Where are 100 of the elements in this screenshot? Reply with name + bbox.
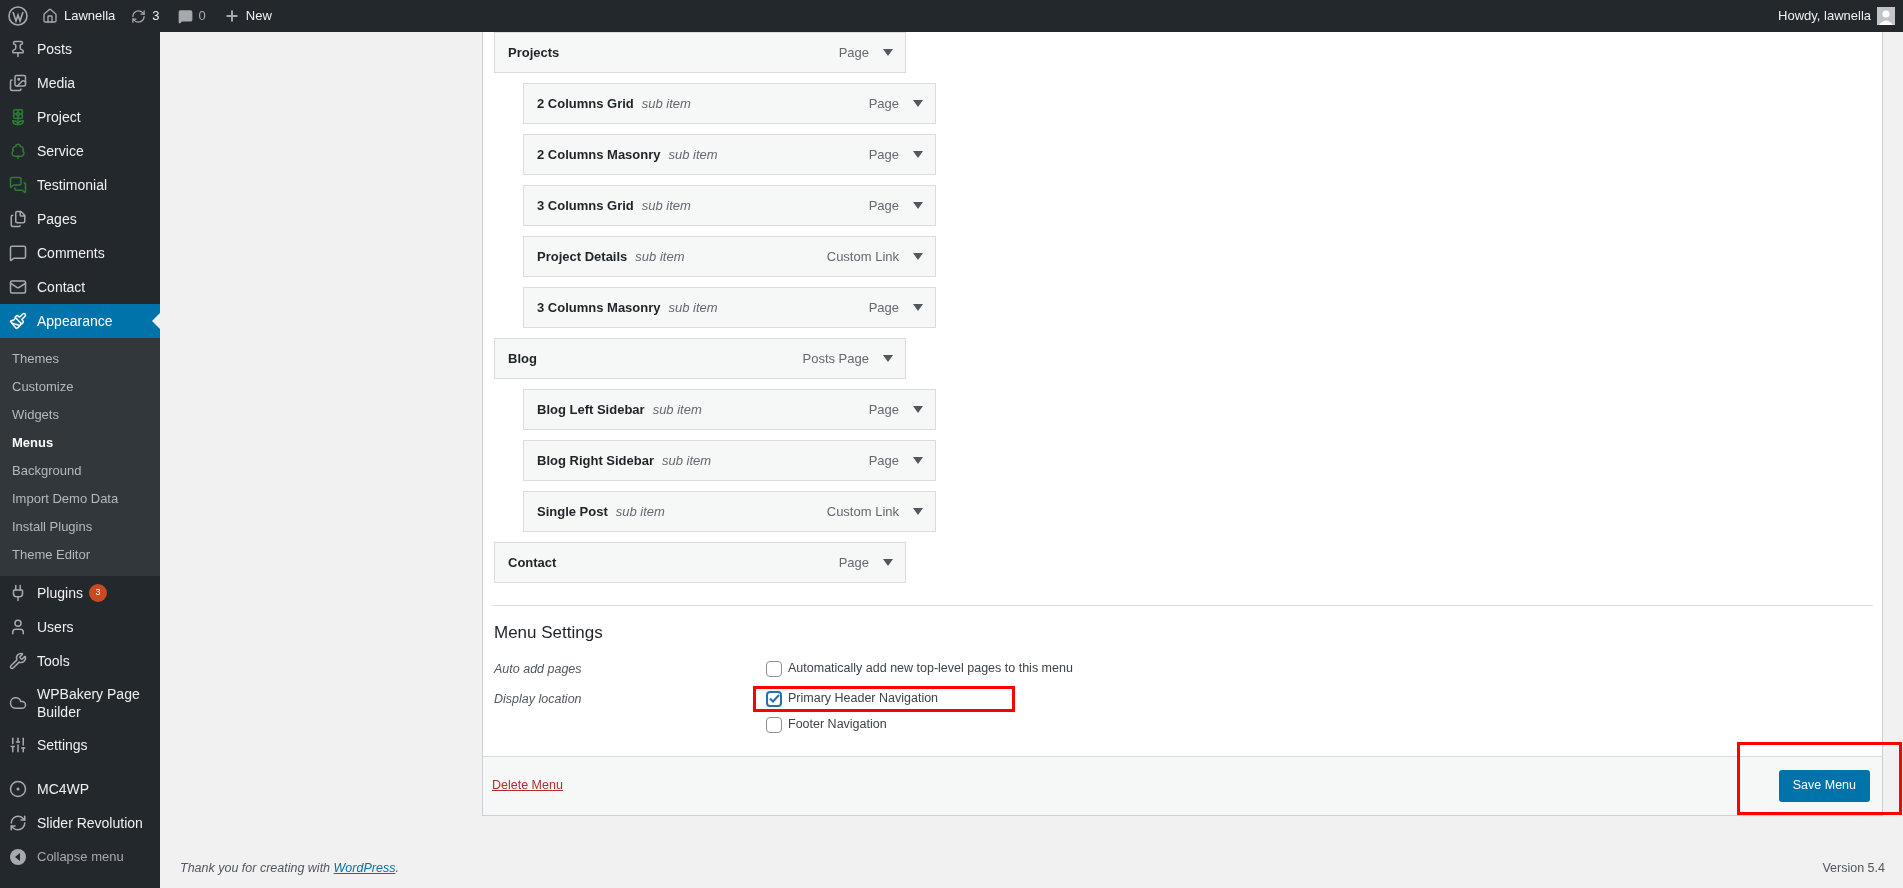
submenu-item[interactable]: Customize [0,373,160,401]
item-type-label: Page [868,145,899,164]
sub-item-note: sub item [641,196,691,215]
sidebar-menu-item[interactable]: Plugins 3 [0,576,160,610]
checkbox-label[interactable]: Primary Header Navigation [788,689,939,708]
setting-label: Auto add pages [494,660,583,678]
submenu-item[interactable]: Import Demo Data [0,485,160,513]
menu-item-title: 2 Columns Masonry [537,145,661,164]
menu-item-bar[interactable]: Project Details sub item Custom Link [523,236,936,277]
menu-item-bar[interactable]: Blog Left Sidebar sub item Page [523,389,936,430]
wrench-icon [9,652,27,670]
item-type-label: Page [868,196,899,215]
menu-item-title: Project Details [537,247,628,266]
item-type-label: Page [838,43,869,62]
site-name-link[interactable]: Lawnella [64,6,116,26]
paintbrush-icon [9,312,27,330]
menu-item-bar[interactable]: 3 Columns Grid sub item Page [523,185,936,226]
item-type-label: Page [868,400,899,419]
updates-icon[interactable] [131,8,147,24]
submenu-item[interactable]: Background [0,457,160,485]
save-menu-button[interactable]: Save Menu [1778,769,1870,802]
settings-heading: Menu Settings [494,622,604,644]
menu-item-title: Single Post [537,502,608,521]
sidebar-menu-item[interactable]: Contact [0,270,160,304]
checkbox[interactable] [766,660,782,677]
menu-item-title: 2 Columns Grid [537,94,634,113]
user-icon [9,618,27,636]
sidebar-item-label: Tools [37,652,70,670]
checkbox[interactable] [766,716,782,733]
greeting-link[interactable]: Howdy, lawnella [1778,6,1871,26]
sidebar-menu-item[interactable]: Media [0,66,160,100]
setting-label: Display location [494,690,583,708]
caret-icon[interactable] [883,559,893,566]
home-icon[interactable] [42,8,58,24]
sidebar-item-label: Project [37,108,81,126]
submenu-item[interactable]: Theme Editor [0,541,160,569]
item-type-label: Page [868,298,899,317]
sidebar-item-label: Appearance [37,312,113,330]
sidebar-menu-item[interactable]: Slider Revolution [0,806,160,840]
sidebar-menu-item[interactable]: Service [0,134,160,168]
sidebar-menu-item[interactable]: Settings [0,728,160,762]
sidebar-item-label: Pages [37,210,77,228]
submenu-item[interactable]: Install Plugins [0,513,160,541]
menu-item-bar[interactable]: 2 Columns Grid sub item Page [523,83,936,124]
caret-icon[interactable] [913,457,923,464]
circle-logo-icon [9,780,27,798]
menu-item-bar[interactable]: Single Post sub item Custom Link [523,491,936,532]
sidebar-item-label: Plugins [37,584,83,602]
sidebar-menu-item[interactable]: Project [0,100,160,134]
item-type-label: Custom Link [826,502,899,521]
plus-icon[interactable] [223,8,240,24]
menu-item-bar[interactable]: Blog Right Sidebar sub item Page [523,440,936,481]
sidebar-menu-item[interactable]: Testimonial [0,168,160,202]
caret-icon[interactable] [913,304,923,311]
menu-item-bar[interactable]: Projects Page [494,32,906,73]
comment-icon[interactable] [177,8,193,24]
sub-item-note: sub item [668,145,718,164]
sidebar-menu-item[interactable]: Tools [0,644,160,678]
submenu-item[interactable]: Widgets [0,401,160,429]
sidebar-item-label: Posts [37,40,72,58]
sidebar-menu-item[interactable]: Appearance [0,304,160,338]
comments-count[interactable]: 0 [198,6,206,26]
checkbox-label[interactable]: Footer Navigation [788,715,887,734]
checkbox-label[interactable]: Automatically add new top-level pages to this menu [788,659,1073,678]
caret-icon[interactable] [883,49,893,56]
pages-icon [9,210,27,228]
caret-icon[interactable] [913,253,923,260]
sidebar-menu-item[interactable]: Posts [0,32,160,66]
caret-icon[interactable] [913,151,923,158]
menu-item-bar[interactable]: 2 Columns Masonry sub item Page [523,134,936,175]
media-icon [9,74,27,92]
submenu-item[interactable]: Menus [0,429,160,457]
refresh-icon [9,814,27,832]
sidebar-menu-item[interactable]: Comments [0,236,160,270]
submenu-item[interactable]: Themes [0,345,160,373]
caret-icon[interactable] [913,406,923,413]
menu-item-bar[interactable]: Blog Posts Page [494,338,906,379]
sidebar-menu-item[interactable]: WPBakery Page Builder [0,678,160,728]
sidebar-menu-item[interactable]: MC4WP [0,772,160,806]
count-badge: 3 [88,584,107,602]
sliders-icon [9,736,27,754]
sidebar-item-label: Comments [37,244,105,262]
collapse-menu-button[interactable]: Collapse menu [0,840,160,874]
flower-icon [9,108,27,126]
sidebar-menu-item[interactable]: Users [0,610,160,644]
caret-icon[interactable] [883,355,893,362]
menu-item-title: 3 Columns Masonry [537,298,661,317]
caret-icon[interactable] [913,202,923,209]
delete-menu-link[interactable]: Delete Menu [492,776,563,795]
checkbox[interactable] [766,690,782,707]
menu-item-bar[interactable]: 3 Columns Masonry sub item Page [523,287,936,328]
item-type-label: Custom Link [826,247,899,266]
menu-item-bar[interactable]: Contact Page [494,542,906,583]
sidebar-menu-item[interactable]: Pages [0,202,160,236]
caret-icon[interactable] [913,508,923,515]
caret-icon[interactable] [913,100,923,107]
wordpress-logo-icon[interactable] [8,6,28,26]
updates-count[interactable]: 3 [152,6,160,26]
sub-item-note: sub item [635,247,685,266]
new-link[interactable]: New [245,6,272,26]
